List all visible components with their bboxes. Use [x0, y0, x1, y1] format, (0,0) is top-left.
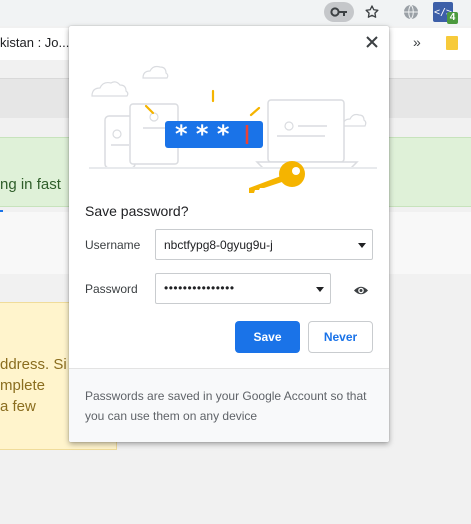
username-label: Username — [85, 238, 141, 252]
username-value: nbctfypg8-0gyug9u-j — [164, 238, 273, 252]
password-value: ••••••••••••••• — [164, 281, 235, 295]
eye-icon — [354, 286, 368, 294]
notice-line: a few — [0, 398, 36, 415]
svg-text:* * *: * * * — [175, 120, 230, 148]
notice-line: mplete — [0, 377, 46, 394]
save-password-dialog: * * * Save password? Username nbctfypg8-… — [69, 26, 389, 442]
cloud-icon — [342, 113, 367, 127]
close-icon — [366, 36, 378, 48]
password-key-button[interactable] — [324, 2, 354, 22]
banner-text: ng in fast — [0, 176, 61, 193]
notice-line: ddress. Si — [0, 356, 67, 373]
password-field[interactable]: ••••••••••••••• — [155, 273, 331, 304]
show-password-button[interactable] — [350, 282, 372, 298]
globe-icon — [404, 4, 418, 20]
never-button[interactable]: Never — [308, 321, 373, 353]
bookmark-item[interactable]: kistan : Jo... — [0, 35, 69, 50]
footer-text: Passwords are saved in your Google Accou… — [85, 389, 367, 423]
cloud-icon — [142, 65, 169, 79]
dialog-title: Save password? — [85, 203, 189, 219]
extension-badge: 4 — [447, 12, 458, 24]
bookmarks-overflow-button[interactable]: » — [413, 34, 421, 50]
star-icon — [365, 5, 379, 18]
key-icon — [330, 7, 347, 17]
dialog-footer: Passwords are saved in your Google Accou… — [69, 368, 389, 442]
browser-toolbar: </> 4 — [0, 0, 471, 26]
close-button[interactable] — [362, 32, 382, 52]
folder-icon[interactable] — [446, 36, 458, 50]
save-password-illustration: * * * — [89, 65, 377, 193]
chevron-down-icon[interactable] — [316, 287, 324, 292]
username-field[interactable]: nbctfypg8-0gyug9u-j — [155, 229, 373, 260]
save-button[interactable]: Save — [235, 321, 300, 353]
chevron-down-icon[interactable] — [358, 243, 366, 248]
password-label: Password — [85, 282, 138, 296]
globe-extension-button[interactable] — [401, 2, 421, 22]
bookmark-star-button[interactable] — [362, 1, 382, 23]
cloud-icon — [91, 81, 129, 97]
laptop-illustration — [267, 99, 345, 163]
